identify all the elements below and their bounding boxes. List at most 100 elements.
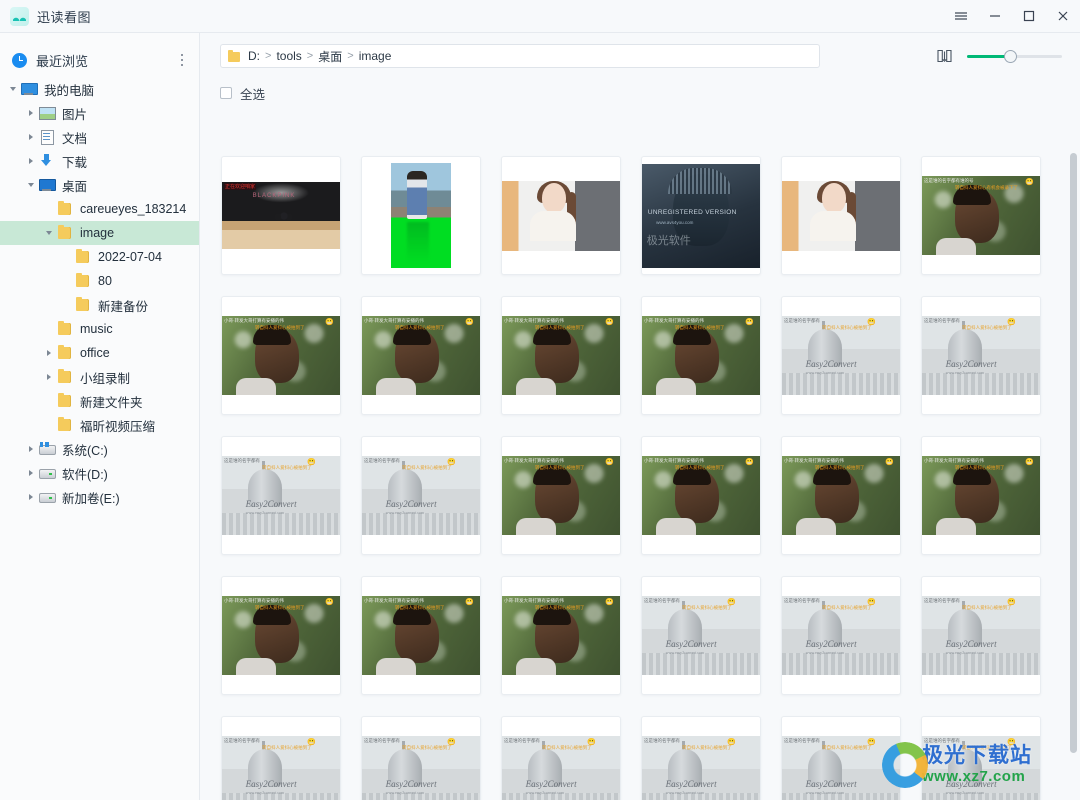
breadcrumb-segment[interactable]: D:: [248, 49, 260, 63]
chevron-down-icon[interactable]: [6, 77, 20, 101]
emoji-icon: 😬: [325, 599, 334, 606]
thumb-capitol[interactable]: Easy2Convert www.easy2convert.com 这是谁的名字都有…: [641, 716, 761, 800]
emoji-icon: 😬: [605, 459, 614, 466]
thumb-man[interactable]: 小哥·转发大哥打算有安播的伟 转自抖人爱抖心被拍到了 😬: [641, 436, 761, 555]
chevron-right-icon[interactable]: [24, 149, 38, 173]
sidebar-item-label: 图片: [62, 107, 88, 122]
sidebar-tree-item[interactable]: careueyes_183214: [0, 197, 199, 221]
thumb-man[interactable]: 小哥·转发大哥打算有安播的伟 转自抖人爱抖心被拍到了 😬: [641, 296, 761, 415]
sidebar-tree-item[interactable]: 新建备份: [0, 293, 199, 317]
thumb-capitol[interactable]: Easy2Convert www.easy2convert.com 这是谁的名字都有…: [921, 576, 1041, 695]
thumb-man[interactable]: 小哥·转发大哥打算有安播的伟 转自抖人爱抖心被拍到了 😬: [501, 296, 621, 415]
thumb-man[interactable]: 小哥·转发大哥打算有安播的伟 转自抖人爱抖心被拍到了 😬: [361, 296, 481, 415]
sidebar-tree-item[interactable]: 新建文件夹: [0, 389, 199, 413]
book-view-icon[interactable]: [936, 48, 953, 65]
thumb-man[interactable]: 小哥·转发大哥打算有安播的伟 转自抖人爱抖心被拍到了 😬: [921, 436, 1041, 555]
desktop-icon: [38, 177, 56, 193]
thumb-dark-portrait[interactable]: UNREGISTERED VERSION www.avs4you.com 极光软件: [641, 156, 761, 275]
thumb-capitol[interactable]: Easy2Convert www.easy2convert.com 这是谁的名字都有…: [921, 716, 1041, 800]
sidebar-tree-item[interactable]: 系统(C:): [0, 437, 199, 461]
breadcrumb-segment[interactable]: tools: [276, 49, 301, 63]
chevron-right-icon[interactable]: [24, 461, 38, 485]
chevron-right-icon[interactable]: [24, 485, 38, 509]
breadcrumb-segment[interactable]: 桌面: [318, 48, 342, 65]
chevron-right-icon[interactable]: [42, 365, 56, 389]
thumb-girl[interactable]: [501, 156, 621, 275]
toolbar: D: > tools > 桌面 > image: [200, 33, 1080, 79]
menu-button[interactable]: [944, 0, 978, 33]
sidebar-tree-item[interactable]: 文档: [0, 125, 199, 149]
minimize-button[interactable]: [978, 0, 1012, 33]
chevron-right-icon[interactable]: [42, 341, 56, 365]
thumbnail-grid-scroll-area[interactable]: 正在欢迎咱家 BLACKPINK UNREGISTERED VERSION www.a…: [200, 115, 1080, 800]
thumb-watermark: Easy2Convert www.easy2convert.com: [805, 638, 857, 655]
thumb-capitol[interactable]: Easy2Convert www.easy2convert.com 这是谁的名字都有…: [361, 436, 481, 555]
chevron-down-icon[interactable]: [42, 221, 56, 245]
sidebar-tree-item[interactable]: 下载: [0, 149, 199, 173]
maximize-button[interactable]: [1012, 0, 1046, 33]
chevron-right-icon[interactable]: [24, 437, 38, 461]
thumb-watermark-url: www.easy2convert.com: [665, 649, 704, 655]
sidebar-tree-item[interactable]: 2022-07-04: [0, 245, 199, 269]
sidebar-tree-item[interactable]: 新加卷(E:): [0, 485, 199, 509]
thumb-capitol[interactable]: Easy2Convert www.easy2convert.com 这是谁的名字都有…: [781, 296, 901, 415]
thumb-capitol[interactable]: Easy2Convert www.easy2convert.com 这是谁的名字都有…: [221, 436, 341, 555]
thumb-capitol[interactable]: Easy2Convert www.easy2convert.com 这是谁的名字都有…: [501, 716, 621, 800]
toolbar-right: [936, 48, 1070, 65]
sidebar-tree-item[interactable]: 我的电脑: [0, 77, 199, 101]
thumb-orange-text: 转自抖人爱抖心被拍到了: [535, 325, 585, 331]
thumb-capitol[interactable]: Easy2Convert www.easy2convert.com 这是谁的名字都有…: [641, 576, 761, 695]
thumb-capitol[interactable]: Easy2Convert www.easy2convert.com 这是谁的名字都有…: [781, 716, 901, 800]
thumb-greenscreen[interactable]: [361, 156, 481, 275]
thumb-top-text: 这是谁的名字都有: [924, 738, 960, 743]
sidebar-item-recent[interactable]: 最近浏览: [0, 45, 199, 75]
zoom-slider[interactable]: [967, 48, 1062, 64]
chevron-down-icon[interactable]: [24, 173, 38, 197]
thumb-man[interactable]: 小哥·转发大哥打算有安播的伟 转自抖人爱抖心被拍到了 😬: [501, 436, 621, 555]
chevron-right-icon[interactable]: [24, 125, 38, 149]
sidebar-tree-item[interactable]: 福昕视频压缩: [0, 413, 199, 437]
sidebar-tree-item[interactable]: 软件(D:): [0, 461, 199, 485]
folder-tree: 我的电脑图片文档 下载 桌面 careueyes_183214 image 2022-07…: [0, 75, 199, 509]
sidebar-tree-item[interactable]: office: [0, 341, 199, 365]
sidebar-tree-item[interactable]: music: [0, 317, 199, 341]
emoji-icon: 😬: [867, 319, 876, 326]
emoji-icon: 😬: [1025, 179, 1034, 186]
thumb-top-text: 这是谁的名字都有: [784, 598, 820, 603]
breadcrumb-segment[interactable]: image: [359, 49, 392, 63]
chevron-right-icon[interactable]: [24, 101, 38, 125]
thumb-man[interactable]: 小哥·转发大哥打算有安播的伟 转自抖人爱抖心被拍到了 😬: [781, 436, 901, 555]
slider-handle[interactable]: [1003, 49, 1017, 63]
thumb-capitol[interactable]: Easy2Convert www.easy2convert.com 这是谁的名字都有…: [781, 576, 901, 695]
select-all-row[interactable]: 全选: [200, 79, 1080, 107]
thumb-capitol[interactable]: Easy2Convert www.easy2convert.com 这是谁的名字都有…: [361, 716, 481, 800]
thumb-dance[interactable]: 正在欢迎咱家 BLACKPINK: [221, 156, 341, 275]
sidebar-tree-item[interactable]: 图片: [0, 101, 199, 125]
folder-icon: [56, 321, 74, 337]
thumb-face: [822, 183, 847, 214]
thumb-man[interactable]: 小哥·转发大哥打算有安播的伟 转自抖人爱抖心被拍到了 😬: [221, 296, 341, 415]
thumb-man[interactable]: 这是谁的名字都有谁的号 转自抖人爱抖心有机会被录下了 😬: [921, 156, 1041, 275]
sidebar-tree-item[interactable]: image: [0, 221, 199, 245]
thumb-girl[interactable]: [781, 156, 901, 275]
thumb-man[interactable]: 小哥·转发大哥打算有安播的伟 转自抖人爱抖心被拍到了 😬: [361, 576, 481, 695]
sidebar-tree-item[interactable]: 80: [0, 269, 199, 293]
close-button[interactable]: [1046, 0, 1080, 33]
thumb-man[interactable]: 小哥·转发大哥打算有安播的伟 转自抖人爱抖心被拍到了 😬: [221, 576, 341, 695]
thumb-caption: 正在欢迎咱家: [224, 183, 257, 190]
sidebar-item-label: 新建文件夹: [80, 395, 143, 410]
thumb-capitol[interactable]: Easy2Convert www.easy2convert.com 这是谁的名字都有…: [921, 296, 1041, 415]
thumb-man[interactable]: 小哥·转发大哥打算有安播的伟 转自抖人爱抖心被拍到了 😬: [501, 576, 621, 695]
thumb-orange-text: 转自抖人爱抖心被拍到了: [815, 465, 865, 471]
vertical-scrollbar[interactable]: [1070, 153, 1077, 753]
select-all-checkbox[interactable]: [220, 87, 232, 99]
recent-label: 最近浏览: [36, 53, 89, 69]
thumb-capitol[interactable]: Easy2Convert www.easy2convert.com 这是谁的名字都有…: [221, 716, 341, 800]
sidebar-tree-item[interactable]: 桌面: [0, 173, 199, 197]
sidebar-tree-item[interactable]: 小组录制: [0, 365, 199, 389]
breadcrumb-path-input[interactable]: D: > tools > 桌面 > image: [220, 44, 820, 68]
more-vertical-icon[interactable]: [173, 49, 191, 71]
sidebar-item-label: office: [80, 346, 110, 360]
folder-icon: [227, 49, 241, 63]
